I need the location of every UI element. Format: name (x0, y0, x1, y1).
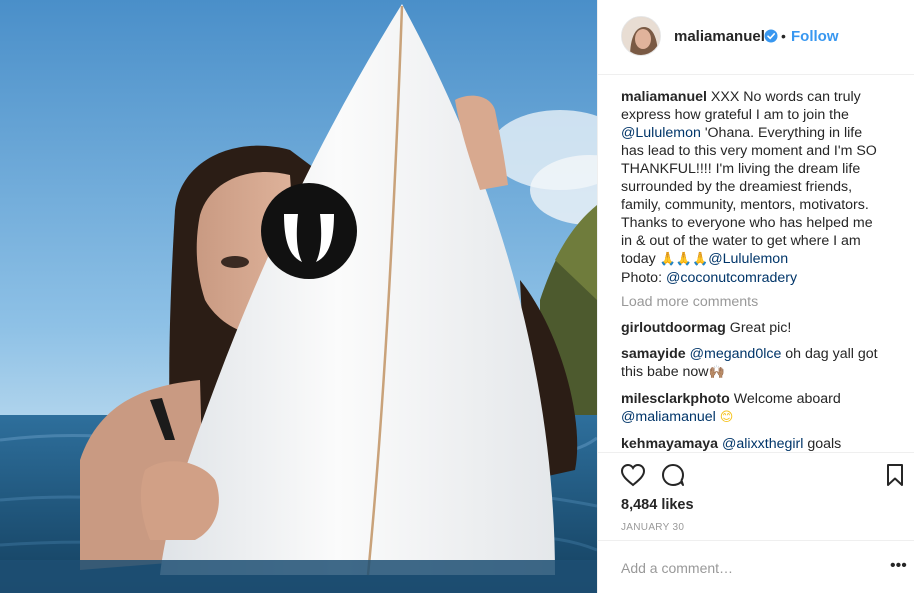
post-caption: maliamanuel XXX No words can truly expre… (621, 88, 901, 287)
verified-badge-icon (764, 29, 778, 43)
separator-dot: • (781, 28, 786, 44)
bookmark-save-icon[interactable] (885, 463, 905, 487)
comments-list: maliamanuel XXX No words can truly expre… (621, 88, 901, 461)
caption-text: express how grateful I am to join the (621, 107, 849, 123)
comment-bubble-icon[interactable] (660, 463, 686, 487)
caption-username[interactable]: maliamanuel (621, 89, 707, 105)
comment-item: samayide @megand0lce oh dag yall got thi… (621, 345, 901, 382)
post-header: maliamanuel • Follow (598, 0, 914, 75)
mention-link[interactable]: @megand0lce (690, 346, 782, 362)
caption-text: in & out of the water to get where I am (621, 233, 861, 249)
lululemon-logo-icon (261, 183, 357, 279)
caption-text: XXX No words can truly (710, 89, 861, 105)
mention-link[interactable]: @alixxthegirl (722, 436, 803, 452)
caption-text: has lead to this very moment and I'm SO (621, 143, 877, 159)
more-options-icon[interactable]: ••• (890, 557, 908, 575)
load-more-comments-button[interactable]: Load more comments (621, 293, 901, 311)
caption-text: surrounded by the dreamiest friends, (621, 179, 853, 195)
praying-hands-icon: 🙏🙏🙏 (659, 252, 709, 267)
mention-link[interactable]: @maliamanuel (621, 409, 716, 425)
comment-item: kehmayamaya @alixxthegirl goals (621, 435, 901, 453)
surfboard-photo (0, 0, 597, 593)
add-comment-input[interactable] (621, 560, 871, 576)
comment-username[interactable]: milesclarkphoto (621, 391, 730, 407)
caption-text: family, community, mentors, motivators. (621, 197, 869, 213)
mention-link[interactable]: @coconutcomradery (666, 270, 797, 286)
caption-text: today (621, 251, 660, 267)
comment-item: girloutdoormag Great pic! (621, 319, 901, 337)
comment-username[interactable]: girloutdoormag (621, 320, 726, 336)
comment-username[interactable]: kehmayamaya (621, 436, 718, 452)
comment-text: oh dag yall got (781, 346, 878, 362)
comment-text: goals (803, 436, 842, 452)
comment-text: this babe now (621, 364, 709, 380)
comment-item: milesclarkphoto Welcome aboard @maliaman… (621, 390, 901, 427)
caption-text: Photo: (621, 270, 666, 286)
post-photo[interactable] (0, 0, 597, 593)
mention-link[interactable]: @Lululemon (708, 251, 788, 267)
caption-text: Thanks to everyone who has helped me (621, 215, 873, 231)
mention-link[interactable]: @Lululemon (621, 125, 701, 141)
like-heart-icon[interactable] (620, 463, 646, 487)
likes-count[interactable]: 8,484 likes (621, 497, 694, 513)
header-username[interactable]: maliamanuel (674, 28, 765, 46)
smiling-face-icon: 😊 (719, 410, 734, 425)
comment-text: Great pic! (729, 320, 792, 336)
follow-button[interactable]: Follow (791, 28, 839, 46)
post-side-panel: maliamanuel • Follow maliamanuel XXX No … (597, 0, 914, 593)
caption-text: THANKFUL!!!! I'm living the dream life (621, 161, 861, 177)
avatar[interactable] (621, 16, 661, 56)
add-comment-bar: ••• (598, 540, 914, 593)
caption-text: 'Ohana. Everything in life (700, 125, 863, 141)
comment-username[interactable]: samayide (621, 346, 686, 362)
raised-hands-icon: 🙌🏽 (708, 365, 725, 380)
post-date: JANUARY 30 (621, 522, 685, 533)
comment-text: Welcome aboard (733, 391, 841, 407)
